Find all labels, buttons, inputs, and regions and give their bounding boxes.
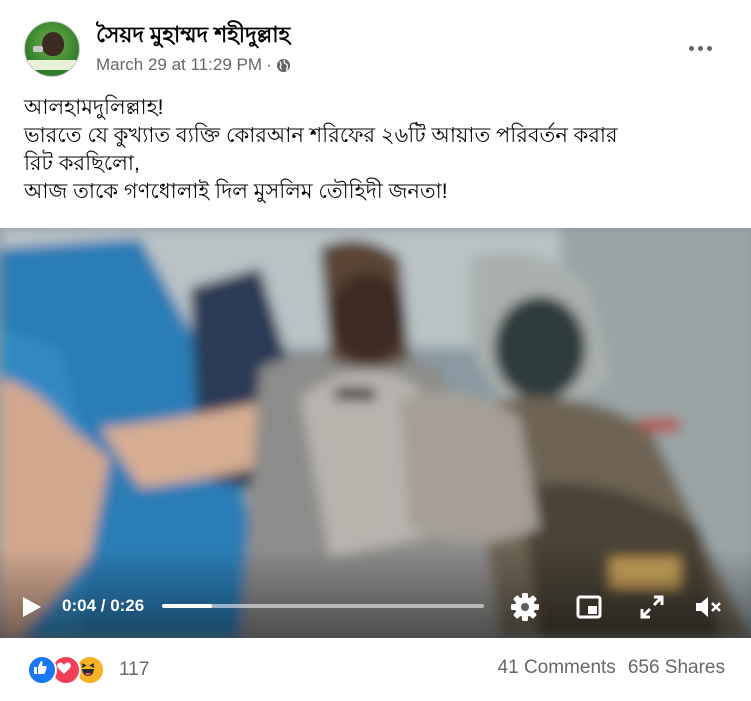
post-timestamp[interactable]: March 29 at 11:29 PM — [96, 55, 262, 75]
reaction-count: 117 — [119, 659, 150, 680]
facebook-post: সৈয়দ মুহাম্মদ শহীদুল্লাহ March 29 at 11… — [0, 0, 751, 701]
meta-separator: · — [266, 55, 272, 74]
post-caption: আলহামদুলিল্লাহ! ভারতে যে কুখ্যাত ব্যক্তি… — [24, 94, 724, 206]
volume-icon[interactable] — [692, 591, 724, 623]
video-progress-bar[interactable] — [162, 604, 484, 608]
reactions-summary[interactable]: 117 — [27, 655, 150, 685]
like-icon — [27, 655, 57, 685]
more-options-icon[interactable] — [683, 36, 717, 60]
author-avatar[interactable] — [24, 21, 80, 77]
video-player[interactable]: 0:04 / 0:26 — [0, 228, 751, 638]
caption-line: রিট করছিলো, — [24, 152, 140, 175]
engagement-stats: 41 Comments 656 Shares — [498, 657, 725, 679]
globe-icon[interactable] — [276, 58, 291, 73]
caption-line: ভারতে যে কুখ্যাত ব্যক্তি কোরআন শরিফের ২৬… — [24, 124, 618, 147]
caption-line: আলহামদুলিল্লাহ! — [24, 96, 164, 119]
shares-count-link[interactable]: 656 Shares — [628, 657, 725, 679]
expand-icon[interactable] — [636, 591, 668, 623]
gear-icon[interactable] — [509, 591, 541, 623]
comments-count-link[interactable]: 41 Comments — [498, 657, 616, 679]
caption-line: আজ তাকে গণধোলাই দিল মুসলিম তৌহিদী জনতা! — [24, 180, 448, 203]
author-name[interactable]: সৈয়দ মুহাম্মদ শহীদুল্লাহ — [96, 18, 290, 55]
pip-icon[interactable] — [573, 591, 605, 623]
post-meta: March 29 at 11:29 PM · — [96, 55, 291, 75]
play-icon[interactable] — [21, 595, 43, 619]
video-progress-fill — [162, 604, 212, 608]
post-header: সৈয়দ মুহাম্মদ শহীদুল্লাহ March 29 at 11… — [0, 0, 751, 90]
video-time: 0:04 / 0:26 — [62, 596, 145, 615]
